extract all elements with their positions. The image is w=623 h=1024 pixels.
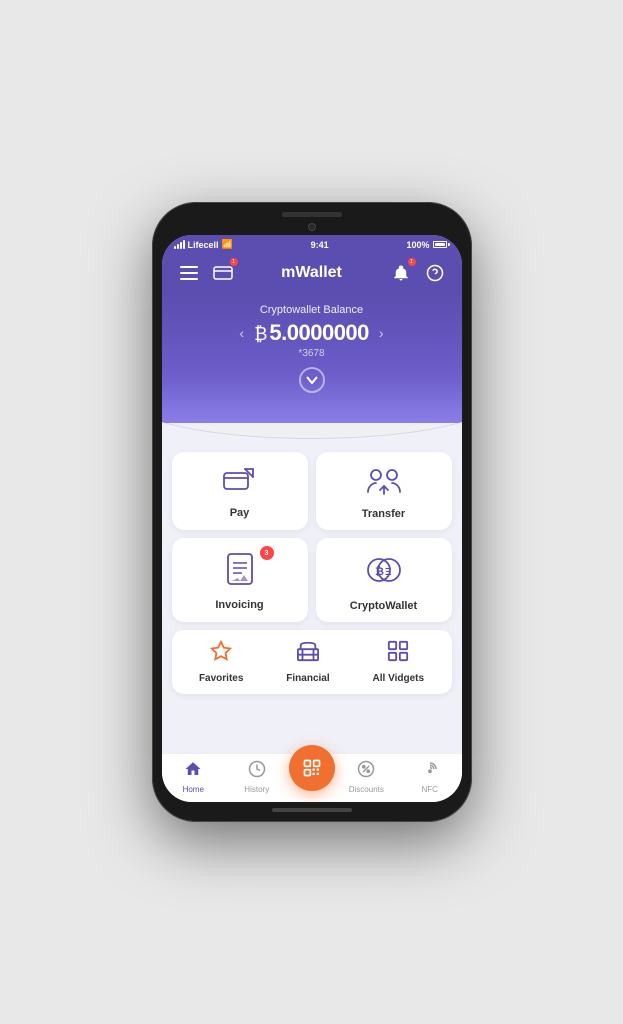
status-right: 100% [406, 240, 449, 250]
invoicing-icon [226, 553, 254, 593]
nav-nfc[interactable]: NFC [398, 760, 462, 794]
balance-account: *3678 [182, 348, 442, 359]
app-title: mWallet [281, 264, 342, 282]
battery-percent: 100% [406, 240, 429, 250]
all-vidgets-item[interactable]: All Vidgets [373, 640, 425, 684]
favorites-item[interactable]: Favorites [199, 640, 243, 684]
transfer-card[interactable]: Transfer [316, 452, 452, 530]
pay-label: Pay [230, 507, 250, 519]
favorites-icon [210, 640, 232, 668]
all-vidgets-icon [387, 640, 409, 668]
financial-icon [297, 640, 319, 668]
menu-button[interactable] [176, 260, 202, 286]
invoicing-badge: 3 [260, 546, 274, 560]
nfc-icon [421, 760, 439, 783]
nav-home[interactable]: Home [162, 760, 226, 794]
notification-badge: 1 [408, 258, 416, 266]
nav-nfc-label: NFC [422, 785, 438, 794]
header-right: 1 [388, 260, 448, 286]
balance-amount-container: ₿5.0000000 [254, 320, 369, 346]
camera [308, 223, 316, 231]
wifi-icon: 📶 [222, 239, 233, 250]
status-bar: Lifecell 📶 9:41 100% [162, 235, 462, 254]
svg-text:₿: ₿ [375, 566, 384, 578]
history-icon [248, 760, 266, 783]
financial-item[interactable]: Financial [286, 640, 329, 684]
quick-actions-row: Favorites Financial [172, 630, 452, 694]
svg-text:Ξ: Ξ [385, 567, 392, 578]
balance-prev-button[interactable]: ‹ [239, 325, 244, 341]
balance-currency: ₿ [254, 324, 267, 344]
header-left: 1 [176, 260, 236, 286]
transfer-label: Transfer [362, 508, 405, 520]
card-button[interactable]: 1 [210, 260, 236, 286]
nav-home-label: Home [183, 785, 204, 794]
status-time: 9:41 [311, 240, 329, 250]
card-badge: 1 [230, 258, 238, 266]
pay-icon [223, 467, 257, 501]
nav-scan-button[interactable] [289, 745, 335, 791]
notifications-button[interactable]: 1 [388, 260, 414, 286]
invoicing-card[interactable]: 3 Invoicing [172, 538, 308, 622]
wave-divider [162, 422, 462, 444]
main-content: Pay Transfer [162, 444, 462, 753]
cryptowallet-icon: ₿ Ξ [366, 552, 402, 594]
phone-screen: Lifecell 📶 9:41 100% [162, 235, 462, 802]
cryptowallet-label: CryptoWallet [350, 600, 417, 612]
nav-history-label: History [244, 785, 269, 794]
all-vidgets-label: All Vidgets [373, 673, 425, 684]
discounts-icon [357, 760, 375, 783]
home-icon [184, 760, 202, 783]
app-header: 1 mWallet 1 [162, 254, 462, 294]
balance-row: ‹ ₿5.0000000 › [182, 320, 442, 346]
speaker [282, 212, 342, 217]
help-button[interactable] [422, 260, 448, 286]
transfer-icon [366, 466, 402, 502]
cards-grid: Pay Transfer [172, 452, 452, 622]
signal-icon [174, 240, 185, 249]
battery-icon [433, 241, 450, 248]
carrier-name: Lifecell [188, 240, 219, 250]
home-button[interactable] [272, 808, 352, 812]
nav-discounts[interactable]: Discounts [335, 760, 399, 794]
balance-dropdown-button[interactable] [299, 367, 325, 393]
nav-history[interactable]: History [225, 760, 289, 794]
status-left: Lifecell 📶 [174, 239, 233, 250]
favorites-label: Favorites [199, 673, 243, 684]
invoicing-label: Invoicing [215, 599, 263, 611]
balance-label: Cryptowallet Balance [182, 304, 442, 316]
nav-discounts-label: Discounts [349, 785, 384, 794]
financial-label: Financial [286, 673, 329, 684]
bottom-nav: Home History [162, 753, 462, 802]
balance-next-button[interactable]: › [379, 325, 384, 341]
balance-section: Cryptowallet Balance ‹ ₿5.0000000 › *367… [162, 294, 462, 423]
pay-card[interactable]: Pay [172, 452, 308, 530]
phone-frame: Lifecell 📶 9:41 100% [152, 202, 472, 822]
balance-value: 5.0000000 [269, 320, 369, 345]
cryptowallet-card[interactable]: ₿ Ξ CryptoWallet [316, 538, 452, 622]
